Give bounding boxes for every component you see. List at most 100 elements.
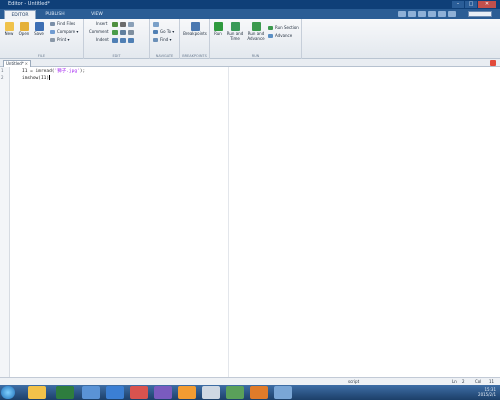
indent-button[interactable]: Indent (96, 37, 109, 43)
run-label: Run (214, 31, 222, 36)
breakpoints-group: Breakpoints BREAKPOINTS (180, 19, 210, 59)
run-and-advance-label-2: Advance (247, 35, 265, 41)
go-to-label: Go To ▾ (160, 29, 175, 34)
tab-editor[interactable]: EDITOR (4, 10, 36, 19)
line-number: 1 (1, 68, 4, 73)
close-button[interactable]: ✕ (478, 1, 496, 8)
start-button-icon[interactable] (1, 386, 15, 399)
save-label: Save (34, 31, 44, 36)
undo-quick-icon[interactable] (438, 11, 446, 17)
smart-indent-icon[interactable] (112, 38, 118, 43)
compare-icon (50, 30, 55, 34)
right-margin-line (228, 67, 229, 377)
app-icon-red[interactable] (130, 386, 148, 399)
maximize-button[interactable]: □ (465, 1, 477, 8)
line-value: 2 (462, 379, 465, 384)
column-value: 11 (489, 379, 495, 384)
compare-label: Compare ▾ (57, 29, 79, 34)
new-button[interactable]: New (2, 22, 16, 37)
new-file-icon (4, 22, 14, 31)
advance-button[interactable]: Advance (268, 33, 292, 39)
redo-quick-icon[interactable] (448, 11, 456, 17)
editor-options-icon[interactable] (490, 60, 496, 66)
run-button[interactable]: Run (211, 22, 225, 37)
matlab-editor-window: Editor - Untitled* – □ ✕ EDITOR PUBLISH … (0, 0, 500, 400)
code-line-1[interactable]: I1 = imread('狮子.jpg'); (22, 68, 85, 74)
print-button[interactable]: Print ▾ (50, 37, 69, 43)
document-tab-label: Untitled* (6, 61, 24, 66)
go-to-icon (153, 30, 158, 34)
wrap-comments-icon[interactable] (128, 30, 134, 35)
title-bar: Editor - Untitled* – □ ✕ (0, 0, 500, 9)
navigate-group: Go To ▾ Find ▾ NAVIGATE (150, 19, 180, 59)
windows-taskbar: 15:31 2015/2/1 (0, 385, 500, 400)
run-and-time-icon (230, 22, 240, 31)
find-button[interactable]: Find ▾ (153, 37, 171, 43)
run-icon (213, 22, 223, 31)
run-group-label: RUN (251, 54, 260, 58)
taskbar-clock[interactable]: 15:31 2015/2/1 (478, 387, 496, 397)
run-and-advance-button[interactable]: Run and Advance (246, 22, 266, 41)
find-label: Find ▾ (160, 37, 172, 42)
app-icon-light-blue[interactable] (274, 386, 292, 399)
line-number-gutter: 1 2 (0, 67, 10, 377)
compare-button[interactable]: Compare ▾ (50, 29, 78, 35)
app-icon-gray[interactable] (202, 386, 220, 399)
decrease-indent-icon[interactable] (128, 38, 134, 43)
save-quick-icon[interactable] (398, 11, 406, 17)
insert-button[interactable]: Insert (96, 21, 107, 27)
documentation-search-input[interactable] (468, 11, 492, 17)
tab-publish[interactable]: PUBLISH (36, 10, 74, 19)
file-group-label: FILE (37, 54, 46, 58)
comment-button[interactable]: Comment (89, 29, 109, 35)
run-section-button[interactable]: Run Section (268, 25, 299, 31)
insert-section-icon[interactable] (112, 22, 118, 27)
app-icon-blue[interactable] (106, 386, 124, 399)
code-string-literal: '狮子.jpg' (54, 69, 80, 74)
file-type-indicator: script (348, 379, 360, 384)
paste-quick-icon[interactable] (428, 11, 436, 17)
save-disk-icon (34, 22, 44, 31)
insert-function-icon[interactable] (120, 22, 126, 27)
matlab-icon[interactable] (250, 386, 268, 399)
document-tab-untitled[interactable]: Untitled* × (3, 60, 31, 67)
print-icon (50, 38, 55, 42)
save-button[interactable]: Save (32, 22, 46, 37)
open-label: Open (18, 31, 30, 36)
code-editor[interactable]: 1 2 I1 = imread('狮子.jpg'); imshow(I1) (0, 67, 500, 377)
app-icon-orange[interactable] (178, 386, 196, 399)
find-files-icon (50, 22, 55, 26)
uncomment-icon[interactable] (120, 30, 126, 35)
run-section-icon (268, 26, 273, 30)
app-icon-green[interactable] (56, 386, 74, 399)
code-text: imshow(I1) (22, 76, 50, 81)
copy-quick-icon[interactable] (418, 11, 426, 17)
document-tab-bar: Untitled* × (0, 59, 500, 67)
increase-indent-icon[interactable] (120, 38, 126, 43)
code-line-2[interactable]: imshow(I1) (22, 75, 51, 81)
comment-icon[interactable] (112, 30, 118, 35)
open-button[interactable]: Open (17, 22, 31, 37)
breakpoints-button[interactable]: Breakpoints (182, 22, 208, 37)
open-folder-icon (19, 22, 29, 31)
run-and-time-button[interactable]: Run and Time (226, 22, 244, 41)
app-icon-purple[interactable] (154, 386, 172, 399)
minimize-button[interactable]: – (452, 1, 464, 8)
browser-icon[interactable] (82, 386, 100, 399)
go-to-button[interactable]: Go To ▾ (153, 29, 174, 35)
find-files-button[interactable]: Find Files (50, 21, 75, 27)
app-icon-excel[interactable] (226, 386, 244, 399)
cut-quick-icon[interactable] (408, 11, 416, 17)
breakpoints-group-label: BREAKPOINTS (182, 54, 207, 58)
breakpoints-icon (190, 22, 200, 31)
run-and-advance-icon (251, 22, 261, 31)
back-icon[interactable] (153, 22, 159, 27)
run-group: Run Run and Time Run and Advance Run Sec… (210, 19, 302, 59)
text-caret (49, 75, 51, 80)
insert-extra-icon[interactable] (128, 22, 134, 27)
tab-view[interactable]: VIEW (78, 10, 116, 19)
print-label: Print ▾ (57, 37, 70, 42)
run-section-label: Run Section (275, 25, 299, 30)
file-explorer-icon[interactable] (28, 386, 46, 399)
advance-label: Advance (275, 33, 293, 38)
